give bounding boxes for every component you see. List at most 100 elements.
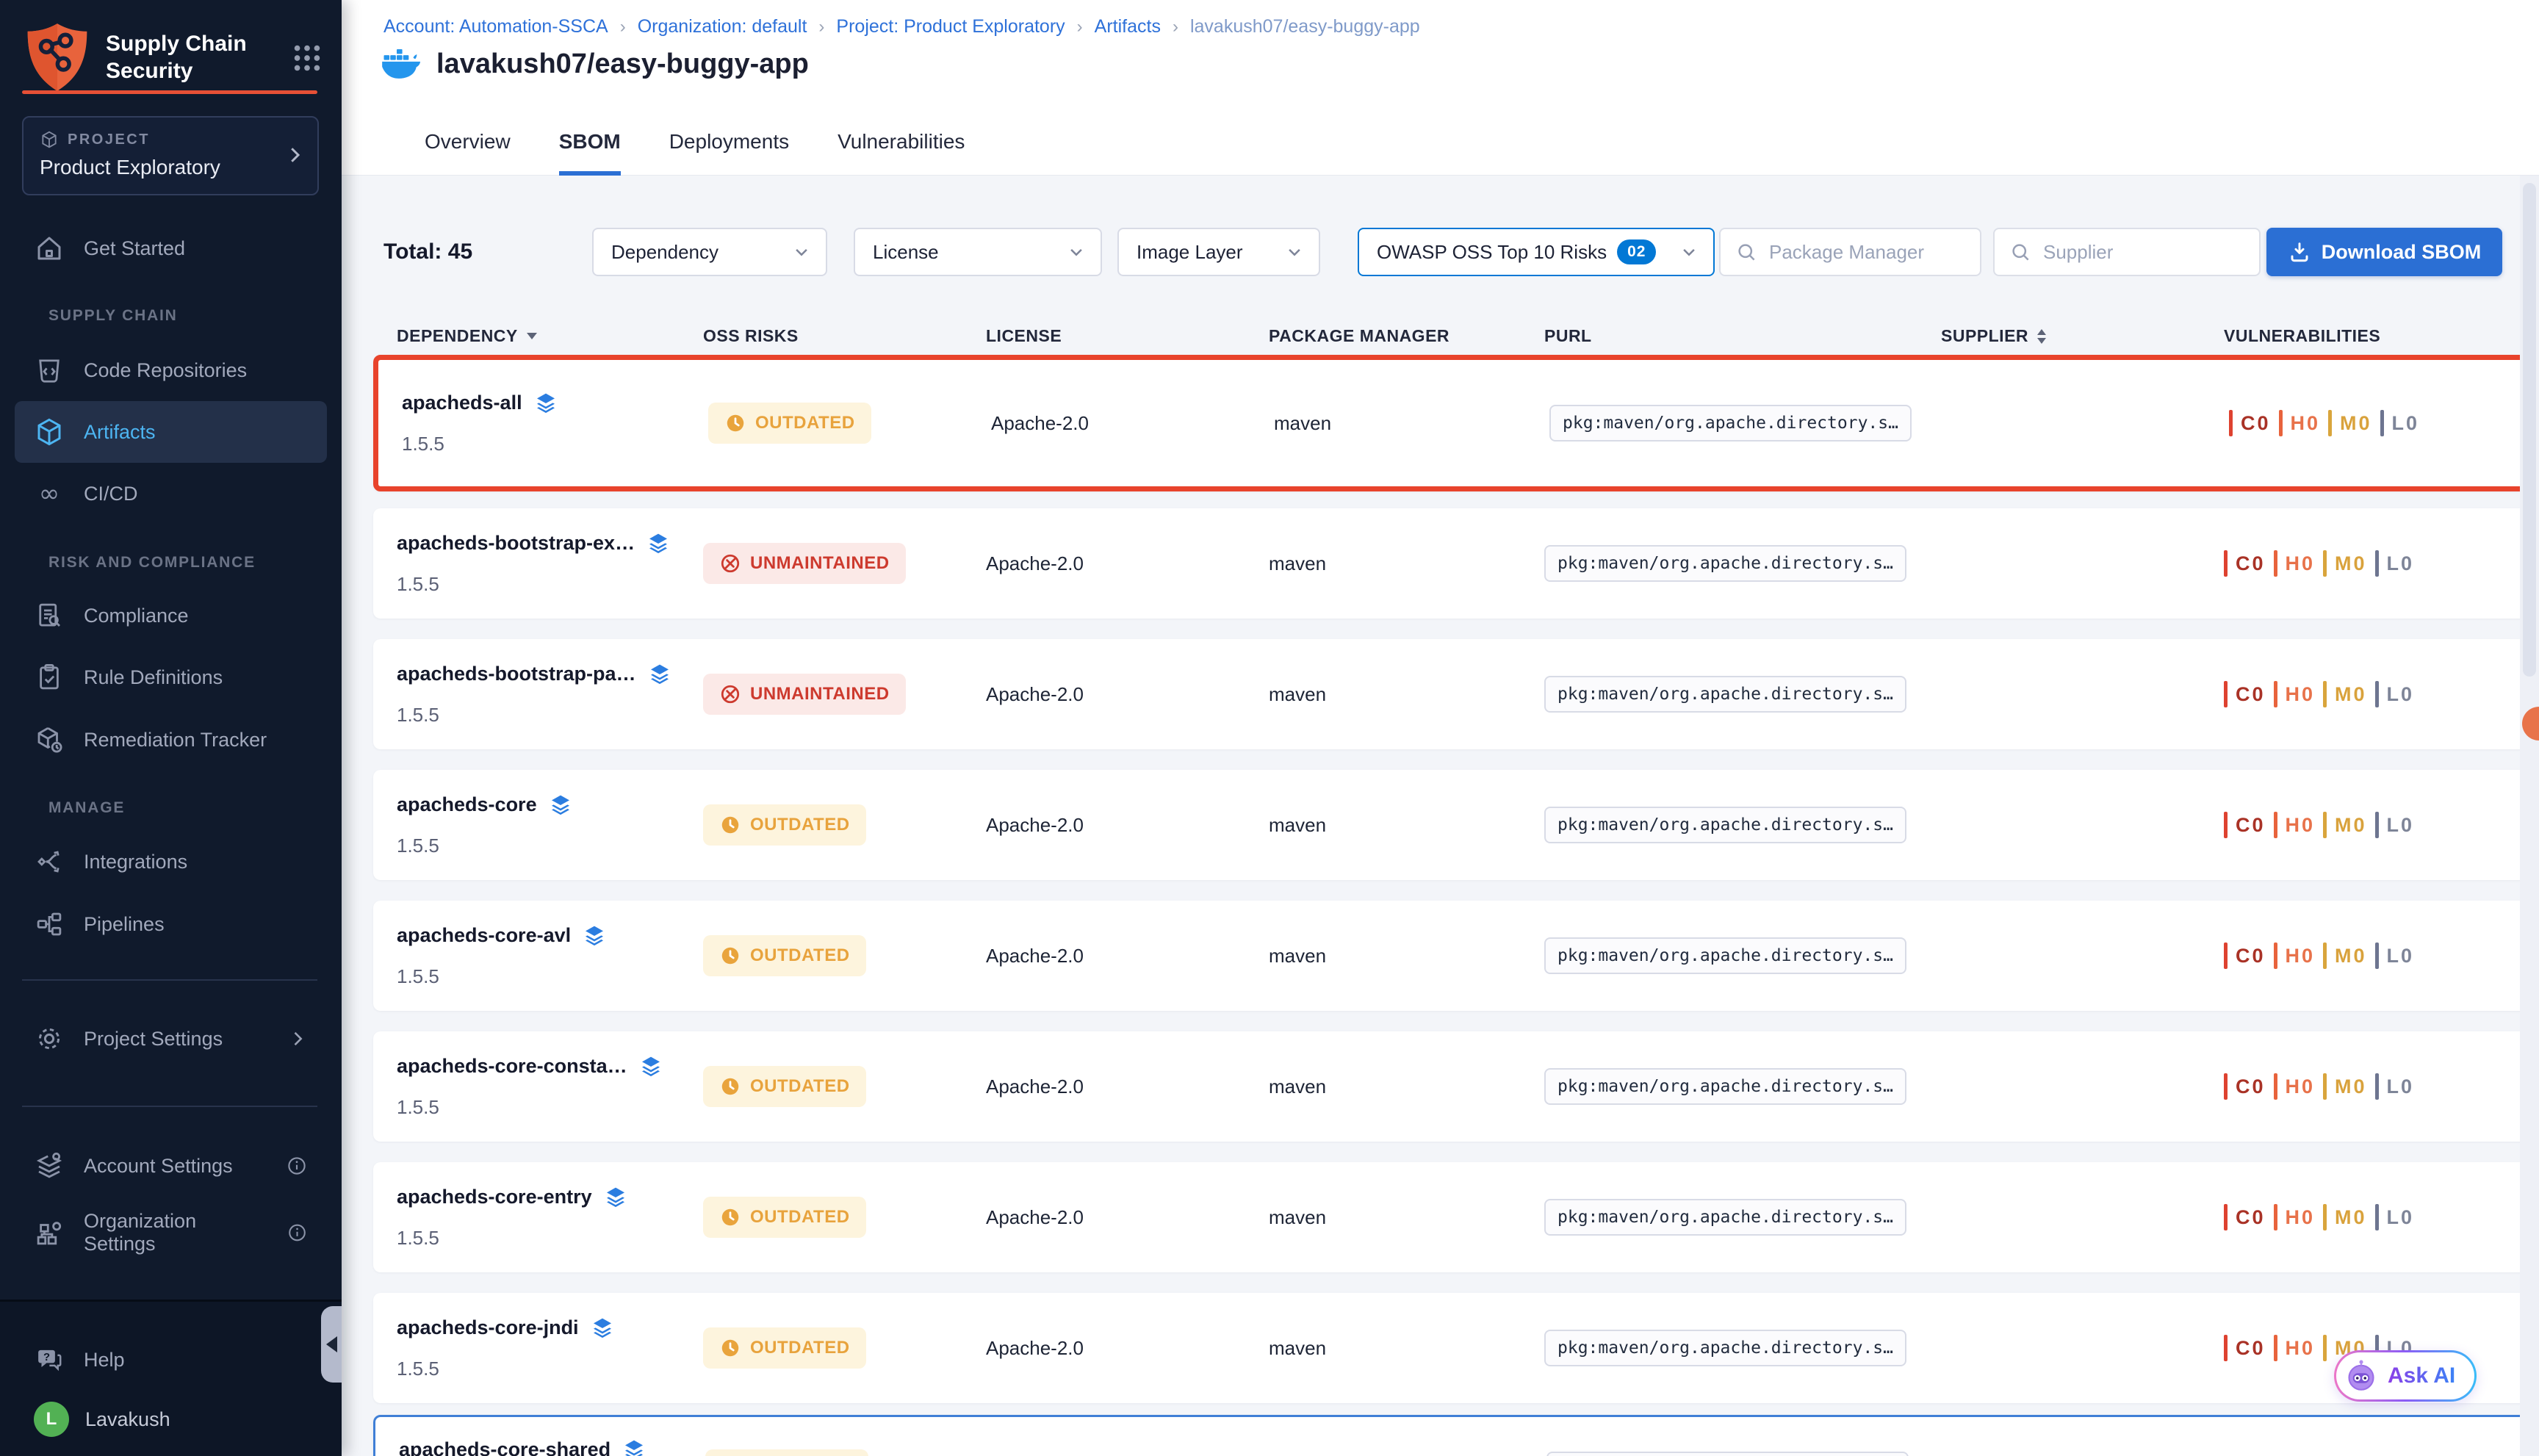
purl-chip[interactable]: pkg:maven/org.apache.directory.s…: [1544, 807, 1906, 843]
supplier-input[interactable]: [2042, 240, 2244, 264]
sidebar-item-help[interactable]: ? Help: [15, 1329, 327, 1391]
sidebar-item-get-started[interactable]: Get Started: [15, 217, 327, 279]
sidebar-item-organization-settings[interactable]: Organization Settings: [15, 1202, 327, 1264]
purl-chip[interactable]: pkg:maven/org.apache.directory.s…: [1544, 676, 1906, 713]
table-row[interactable]: apacheds-core-avl1.5.5 OUTDATED Apache-2…: [373, 901, 2530, 1011]
remediation-cube-icon: [34, 724, 65, 755]
sidebar-item-compliance[interactable]: Compliance: [15, 585, 327, 646]
grid-menu-icon[interactable]: [290, 41, 324, 75]
table-row[interactable]: apacheds-bootstrap-pa…1.5.5 UNMAINTAINED…: [373, 639, 2530, 749]
table-header: DEPENDENCY OSS RISKS LICENSE PACKAGE MAN…: [373, 326, 2530, 346]
sidebar-item-remediation-tracker[interactable]: Remediation Tracker: [15, 709, 327, 771]
page-header: Account: Automation-SSCA › Organization:…: [342, 0, 2539, 176]
sidebar-item-integrations[interactable]: Integrations: [15, 831, 327, 893]
vulnerability-counts: C0H0M0L0: [2229, 410, 2502, 436]
sidebar-item-account-settings[interactable]: Account Settings: [15, 1135, 327, 1197]
column-header-purl: PURL: [1544, 326, 1941, 346]
purl-chip[interactable]: pkg:maven/org.apache.directory.s…: [1544, 1330, 1906, 1366]
breadcrumb-separator: ›: [1077, 17, 1083, 37]
code-repo-icon: [34, 355, 65, 386]
sidebar-item-rule-definitions[interactable]: Rule Definitions: [15, 646, 327, 708]
license-cell: Apache-2.0: [991, 412, 1274, 435]
dependency-filter-dropdown[interactable]: Dependency: [592, 228, 827, 276]
table-row[interactable]: apacheds-bootstrap-ex…1.5.5 UNMAINTAINED…: [373, 508, 2530, 619]
avatar: L: [34, 1402, 69, 1437]
sidebar-item-label: CI/CD: [84, 483, 138, 505]
column-header-license: LICENSE: [986, 326, 1269, 346]
breadcrumb-artifacts[interactable]: Artifacts: [1095, 16, 1161, 37]
total-value: 45: [448, 239, 472, 264]
column-header-supplier[interactable]: SUPPLIER: [1941, 326, 2224, 346]
total-label: Total:: [383, 239, 442, 264]
download-sbom-button[interactable]: Download SBOM: [2266, 228, 2502, 276]
gear-icon: [34, 1023, 65, 1054]
help-chat-icon: ?: [34, 1344, 65, 1375]
table-row[interactable]: apacheds-core-consta…1.5.5 OUTDATED Apac…: [373, 1031, 2530, 1142]
vulnerability-counts: C0H0M0L0: [2224, 943, 2507, 969]
sidebar-item-pipelines[interactable]: Pipelines: [15, 893, 327, 955]
scrollbar-thumb[interactable]: [2523, 183, 2536, 677]
table-row[interactable]: apacheds-core1.5.5 OUTDATED Apache-2.0 m…: [373, 770, 2530, 880]
unmaintained-icon: [719, 683, 741, 705]
breadcrumb-account[interactable]: Account: Automation-SSCA: [383, 16, 608, 37]
purl-chip[interactable]: pkg:maven/org.apache.directory.s…: [1544, 1068, 1906, 1105]
clock-icon: [719, 945, 741, 967]
table-row[interactable]: apacheds-core-entry1.5.5 OUTDATED Apache…: [373, 1162, 2530, 1272]
clock-icon: [719, 1075, 741, 1098]
section-label-supply-chain: SUPPLY CHAIN: [48, 307, 178, 329]
purl-chip[interactable]: pkg:maven/org.apache.directory.s…: [1544, 937, 1906, 974]
table-row[interactable]: apacheds-core-shared1.5.5 OUTDATED Apach…: [373, 1415, 2530, 1456]
dropdown-label: License: [873, 241, 939, 264]
vulnerability-counts: C0H0M0L0: [2224, 812, 2507, 838]
license-filter-dropdown[interactable]: License: [854, 228, 1102, 276]
user-name: Lavakush: [85, 1408, 170, 1431]
dependency-version: 1.5.5: [397, 835, 703, 857]
project-cube-icon: [40, 130, 59, 149]
purl-chip[interactable]: pkg:maven/org.apache.directory.s…: [1546, 1452, 1909, 1456]
layers-icon: [647, 532, 670, 555]
project-selector[interactable]: PROJECT Product Exploratory: [22, 116, 319, 195]
table-row[interactable]: apacheds-all1.5.5 OUTDATED Apache-2.0 ma…: [373, 355, 2530, 491]
breadcrumb-project[interactable]: Project: Product Exploratory: [836, 16, 1065, 37]
dependency-name: apacheds-core: [397, 793, 537, 816]
package-manager-cell: maven: [1269, 1337, 1544, 1360]
sidebar-collapse-handle[interactable]: [321, 1306, 342, 1383]
table-row[interactable]: apacheds-core-jndi1.5.5 OUTDATED Apache-…: [373, 1293, 2530, 1403]
app-logo: Supply Chain Security: [25, 22, 276, 93]
package-manager-input[interactable]: [1768, 240, 1965, 264]
image-layer-filter-dropdown[interactable]: Image Layer: [1117, 228, 1320, 276]
sidebar-item-label: Organization Settings: [84, 1210, 267, 1255]
sidebar-item-project-settings[interactable]: Project Settings: [15, 1008, 327, 1070]
breadcrumb-organization[interactable]: Organization: default: [638, 16, 807, 37]
divider: [22, 1106, 317, 1107]
breadcrumb-current: lavakush07/easy-buggy-app: [1190, 16, 1420, 37]
license-cell: Apache-2.0: [986, 552, 1269, 575]
purl-chip[interactable]: pkg:maven/org.apache.directory.s…: [1544, 1199, 1906, 1236]
tab-deployments[interactable]: Deployments: [669, 130, 789, 176]
info-icon[interactable]: [287, 1222, 308, 1244]
dropdown-label: Dependency: [611, 241, 719, 264]
info-icon[interactable]: [286, 1155, 308, 1177]
package-manager-cell: maven: [1269, 1075, 1544, 1098]
oss-risk-badge: UNMAINTAINED: [703, 543, 906, 584]
dependency-version: 1.5.5: [397, 1227, 703, 1250]
infinity-icon: ∞: [39, 481, 60, 506]
sbom-table: apacheds-all1.5.5 OUTDATED Apache-2.0 ma…: [373, 355, 2530, 1456]
ask-ai-button[interactable]: Ask AI: [2334, 1350, 2477, 1402]
sidebar-item-code-repositories[interactable]: Code Repositories: [15, 339, 327, 401]
chevron-down-icon: [1065, 241, 1087, 263]
owasp-risks-filter-dropdown[interactable]: OWASP OSS Top 10 Risks 02: [1358, 228, 1715, 276]
tab-overview[interactable]: Overview: [425, 130, 511, 176]
total-count: Total: 45: [383, 228, 472, 276]
license-cell: Apache-2.0: [986, 945, 1269, 967]
purl-chip[interactable]: pkg:maven/org.apache.directory.s…: [1549, 405, 1912, 442]
clock-icon: [724, 412, 746, 434]
column-header-dependency[interactable]: DEPENDENCY: [397, 326, 703, 346]
tab-vulnerabilities[interactable]: Vulnerabilities: [838, 130, 965, 176]
purl-chip[interactable]: pkg:maven/org.apache.directory.s…: [1544, 545, 1906, 582]
tab-sbom[interactable]: SBOM: [559, 130, 621, 176]
sidebar-item-artifacts[interactable]: Artifacts: [15, 401, 327, 463]
sidebar-item-ci-cd[interactable]: ∞ CI/CD: [15, 463, 327, 525]
user-menu[interactable]: L Lavakush: [34, 1402, 170, 1437]
license-cell: Apache-2.0: [986, 1337, 1269, 1360]
